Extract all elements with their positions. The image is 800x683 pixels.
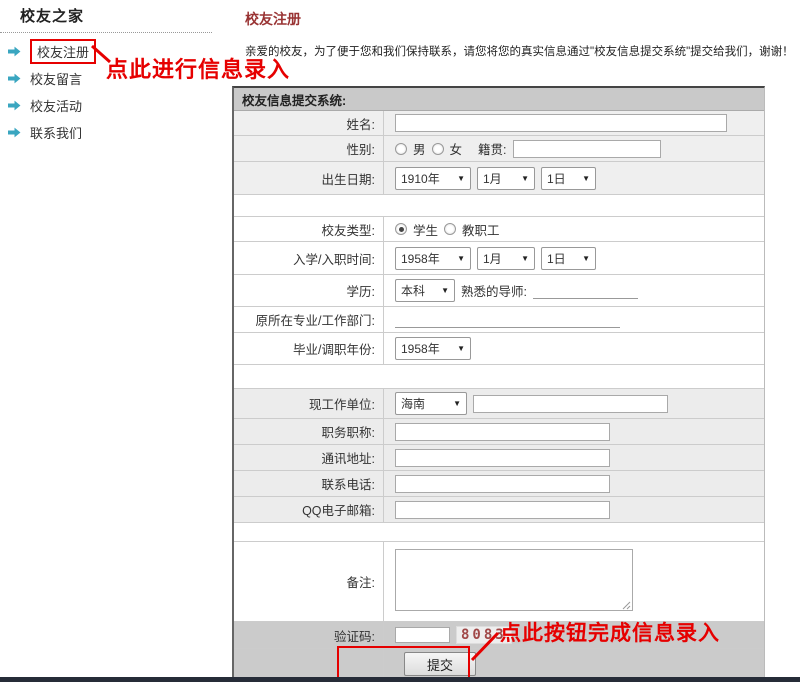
page-title: 校友注册 <box>245 9 800 29</box>
job-title-field[interactable] <box>395 423 610 441</box>
row-gender: 性别: 男 女 籍贯: <box>234 136 764 162</box>
sidebar-item-label: 校友留言 <box>30 69 82 88</box>
grad-year-select[interactable]: 1958年▼ <box>395 337 471 360</box>
chevron-down-icon: ▼ <box>457 174 465 183</box>
intro-text: 亲爱的校友，为了便于您和我们保持联系，请您将您的真实信息通过"校友信息提交系统"… <box>245 43 800 59</box>
captcha-field[interactable] <box>395 627 450 643</box>
bottom-bar <box>0 677 800 682</box>
row-work-unit: 现工作单位: 海南▼ <box>234 389 764 419</box>
register-highlight-box: 校友注册 <box>30 39 96 64</box>
form-header: 校友信息提交系统: <box>234 88 764 111</box>
work-region-select[interactable]: 海南▼ <box>395 392 467 415</box>
sidebar-item-label: 联系我们 <box>30 123 82 142</box>
work-unit-label: 现工作单位: <box>234 389 384 418</box>
row-original-dept: 原所在专业/工作部门: <box>234 307 764 333</box>
gender-female-label: 女 <box>450 139 463 158</box>
enroll-year-select[interactable]: 1958年▼ <box>395 247 471 270</box>
phone-label: 联系电话: <box>234 471 384 496</box>
chevron-down-icon: ▼ <box>457 344 465 353</box>
native-place-label: 籍贯: <box>478 139 506 158</box>
spacer-row <box>234 523 764 542</box>
type-staff-radio[interactable] <box>444 223 456 235</box>
name-label: 姓名: <box>234 111 384 135</box>
address-label: 通讯地址: <box>234 445 384 470</box>
chevron-down-icon: ▼ <box>453 399 461 408</box>
chevron-down-icon: ▼ <box>457 254 465 263</box>
row-alumni-type: 校友类型: 学生 教职工 <box>234 217 764 242</box>
gender-male-label: 男 <box>413 139 426 158</box>
chevron-down-icon: ▼ <box>582 174 590 183</box>
type-student-label: 学生 <box>413 220 438 239</box>
row-birth-date: 出生日期: 1910年▼ 1月▼ 1日▼ <box>234 162 764 195</box>
sidebar-item-activities[interactable]: 校友活动 <box>0 92 222 119</box>
mentor-field[interactable] <box>533 283 638 299</box>
enroll-day-select[interactable]: 1日▼ <box>541 247 596 270</box>
captcha-label: 验证码: <box>234 622 384 648</box>
page: 校友之家 校友注册 校友留言 校友活动 <box>0 0 800 683</box>
sidebar-title: 校友之家 <box>0 0 222 26</box>
chevron-down-icon: ▼ <box>582 254 590 263</box>
original-dept-field[interactable] <box>395 312 620 328</box>
alumni-info-form: 校友信息提交系统: 姓名: 性别: 男 女 籍贯: 出生日期: <box>232 86 765 679</box>
phone-field[interactable] <box>395 475 610 493</box>
birth-month-select[interactable]: 1月▼ <box>477 167 535 190</box>
gender-male-radio[interactable] <box>395 143 407 155</box>
birth-year-select[interactable]: 1910年▼ <box>395 167 471 190</box>
spacer-row <box>234 365 764 389</box>
original-dept-label: 原所在专业/工作部门: <box>234 307 384 332</box>
sidebar-item-contact[interactable]: 联系我们 <box>0 119 222 146</box>
row-remarks: 备注: <box>234 542 764 622</box>
birth-date-label: 出生日期: <box>234 162 384 194</box>
spacer-row <box>234 195 764 217</box>
row-qq-email: QQ电子邮箱: <box>234 497 764 523</box>
type-student-radio[interactable] <box>395 223 407 235</box>
row-job-title: 职务职称: <box>234 419 764 445</box>
birth-day-select[interactable]: 1日▼ <box>541 167 596 190</box>
qq-email-label: QQ电子邮箱: <box>234 497 384 522</box>
row-name: 姓名: <box>234 111 764 136</box>
grad-year-label: 毕业/调职年份: <box>234 333 384 364</box>
row-grad-year: 毕业/调职年份: 1958年▼ <box>234 333 764 365</box>
arrow-right-icon <box>8 73 21 84</box>
native-place-field[interactable] <box>513 140 661 158</box>
education-label: 学历: <box>234 275 384 306</box>
arrow-right-icon <box>8 100 21 111</box>
address-field[interactable] <box>395 449 610 467</box>
alumni-type-label: 校友类型: <box>234 217 384 241</box>
mentor-label: 熟悉的导师: <box>461 281 527 300</box>
enroll-month-select[interactable]: 1月▼ <box>477 247 535 270</box>
submit-highlight-box <box>337 646 470 680</box>
row-address: 通讯地址: <box>234 445 764 471</box>
arrow-right-icon <box>8 127 21 138</box>
enroll-time-label: 入学/入职时间: <box>234 242 384 274</box>
sidebar-item-label: 校友活动 <box>30 96 82 115</box>
remarks-textarea[interactable] <box>395 549 633 611</box>
chevron-down-icon: ▼ <box>521 174 529 183</box>
education-select[interactable]: 本科▼ <box>395 279 455 302</box>
main-header: 校友注册 亲爱的校友，为了便于您和我们保持联系，请您将您的真实信息通过"校友信息… <box>245 0 800 59</box>
qq-email-field[interactable] <box>395 501 610 519</box>
arrow-right-icon <box>8 46 21 57</box>
type-staff-label: 教职工 <box>462 220 500 239</box>
sidebar-divider <box>0 32 212 33</box>
job-title-label: 职务职称: <box>234 419 384 444</box>
chevron-down-icon: ▼ <box>441 286 449 295</box>
name-field[interactable] <box>395 114 727 132</box>
row-phone: 联系电话: <box>234 471 764 497</box>
chevron-down-icon: ▼ <box>521 254 529 263</box>
remarks-label: 备注: <box>234 542 384 621</box>
work-unit-field[interactable] <box>473 395 668 413</box>
register-hint-annotation: 点此进行信息录入 <box>106 52 290 84</box>
sidebar-item-label: 校友注册 <box>37 45 89 60</box>
row-education: 学历: 本科▼ 熟悉的导师: <box>234 275 764 307</box>
gender-female-radio[interactable] <box>432 143 444 155</box>
row-submit: 提交 <box>234 649 764 679</box>
row-enroll-time: 入学/入职时间: 1958年▼ 1月▼ 1日▼ <box>234 242 764 275</box>
gender-label: 性别: <box>234 136 384 161</box>
submit-hint-annotation: 点此按钮完成信息录入 <box>500 617 720 647</box>
